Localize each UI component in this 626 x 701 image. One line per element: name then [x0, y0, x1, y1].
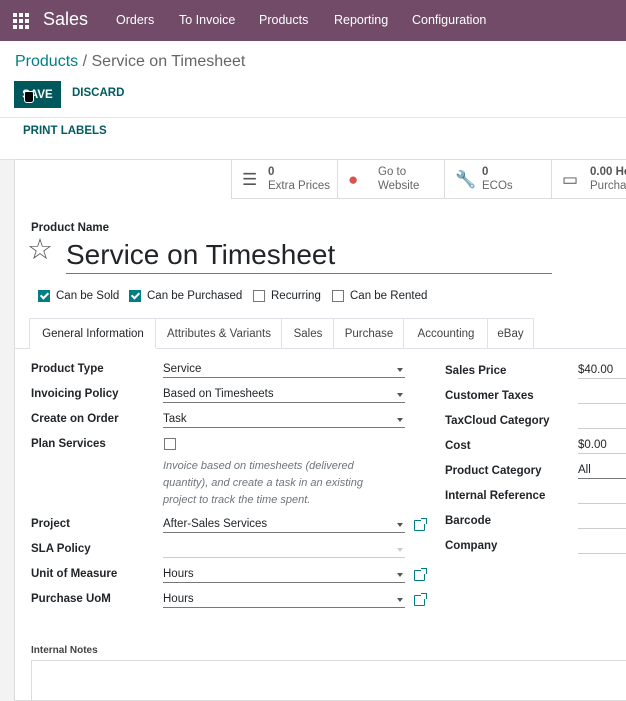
sla-policy-select[interactable] — [163, 543, 405, 558]
barcode-label: Barcode — [445, 515, 492, 527]
plan-services-label: Plan Services — [31, 438, 106, 450]
tab-attributes-variants[interactable]: Attributes & Variants — [155, 318, 283, 348]
checkbox-empty-icon — [332, 290, 344, 302]
extra-prices-label: Extra Prices — [268, 180, 330, 192]
project-select[interactable]: After-Sales Services — [163, 518, 405, 533]
customer-taxes-label: Customer Taxes — [445, 390, 534, 402]
sales-price-label: Sales Price — [445, 365, 507, 377]
breadcrumb-current: Service on Timesheet — [91, 53, 246, 70]
go-to-website-button[interactable]: ● Go to Website — [337, 160, 445, 199]
project-label: Project — [31, 518, 70, 530]
divider — [0, 117, 626, 118]
create-on-order-select[interactable]: Task — [163, 413, 405, 428]
checkbox-checked-icon — [129, 290, 141, 302]
menu-products[interactable]: Products — [259, 13, 308, 27]
external-link-icon[interactable] — [414, 568, 427, 581]
internal-notes-label: Internal Notes — [31, 645, 98, 656]
internal-notes-input[interactable] — [31, 660, 626, 701]
wrench-icon: 🔧 — [455, 170, 477, 189]
ecos-label: ECOs — [482, 180, 513, 192]
apps-menu-icon[interactable] — [13, 13, 30, 29]
internal-reference-input[interactable] — [578, 489, 626, 504]
internal-reference-label: Internal Reference — [445, 490, 546, 502]
breadcrumb-separator: / — [82, 53, 88, 70]
extra-prices-count: 0 — [268, 166, 275, 178]
tab-sales[interactable]: Sales — [281, 318, 335, 348]
control-panel: Products / Service on Timesheet SAVE DIS… — [0, 41, 626, 160]
sla-policy-label: SLA Policy — [31, 543, 91, 555]
purchased-button[interactable]: ▭ 0.00 Ho Purchas — [551, 160, 626, 199]
credit-card-icon: ▭ — [562, 170, 579, 189]
taxcloud-category-label: TaxCloud Category — [445, 415, 550, 427]
ecos-count: 0 — [482, 166, 489, 178]
sales-price-input[interactable]: $40.00 — [578, 364, 626, 379]
globe-icon: ● — [348, 170, 359, 189]
discard-button[interactable]: DISCARD — [72, 87, 124, 99]
invoicing-policy-select[interactable]: Based on Timesheets — [163, 388, 405, 403]
tab-ebay[interactable]: eBay — [487, 318, 534, 348]
tab-purchase[interactable]: Purchase — [333, 318, 405, 348]
tab-general-information[interactable]: General Information — [29, 318, 157, 349]
checkbox-checked-icon — [38, 290, 50, 302]
app-brand[interactable]: Sales — [43, 9, 88, 30]
can-be-rented-checkbox[interactable]: Can be Rented — [332, 290, 427, 302]
product-name-label: Product Name — [31, 222, 109, 234]
purchased-label: Purchas — [590, 180, 626, 192]
favorite-star-icon[interactable]: ☆ — [27, 236, 53, 265]
extra-prices-button[interactable]: ☰ 0 Extra Prices — [231, 160, 338, 199]
purchased-value: 0.00 Ho — [590, 166, 626, 178]
website-line1: Go to — [378, 166, 407, 178]
purchase-uom-label: Purchase UoM — [31, 593, 111, 605]
barcode-input[interactable] — [578, 514, 626, 529]
top-navbar: Sales Orders To Invoice Products Reporti… — [0, 0, 626, 41]
company-select[interactable] — [578, 539, 626, 554]
external-link-icon[interactable] — [414, 518, 427, 531]
can-be-purchased-label: Can be Purchased — [147, 290, 243, 302]
cost-label: Cost — [445, 440, 471, 452]
unit-of-measure-label: Unit of Measure — [31, 568, 118, 580]
list-icon: ☰ — [242, 170, 258, 189]
plan-services-checkbox[interactable] — [164, 438, 176, 450]
menu-reporting[interactable]: Reporting — [334, 13, 388, 27]
menu-orders[interactable]: Orders — [116, 13, 154, 27]
unit-of-measure-select[interactable]: Hours — [163, 568, 405, 583]
customer-taxes-input[interactable] — [578, 389, 626, 404]
can-be-sold-checkbox[interactable]: Can be Sold — [38, 290, 119, 302]
product-category-label: Product Category — [445, 465, 542, 477]
tab-accounting[interactable]: Accounting — [403, 318, 489, 348]
create-on-order-label: Create on Order — [31, 413, 119, 425]
invoicing-help-text: Invoice based on timesheets (delivered q… — [163, 460, 363, 506]
taxcloud-category-input[interactable] — [578, 414, 626, 429]
notebook-tabs: General Information Attributes & Variant… — [15, 318, 626, 349]
form-sheet: ☰ 0 Extra Prices ● Go to Website 🔧 0 ECO… — [14, 159, 626, 701]
hand-cursor-icon — [24, 91, 34, 103]
company-label: Company — [445, 540, 498, 552]
menu-to-invoice[interactable]: To Invoice — [179, 13, 235, 27]
can-be-purchased-checkbox[interactable]: Can be Purchased — [129, 290, 242, 302]
product-type-select[interactable]: Service — [163, 363, 405, 378]
save-button[interactable]: SAVE — [14, 81, 61, 108]
recurring-checkbox[interactable]: Recurring — [253, 290, 321, 302]
breadcrumb: Products / Service on Timesheet — [15, 53, 245, 71]
product-type-label: Product Type — [31, 363, 104, 375]
product-name-input[interactable]: Service on Timesheet — [66, 239, 552, 274]
recurring-label: Recurring — [271, 290, 321, 302]
purchase-uom-select[interactable]: Hours — [163, 593, 405, 608]
cost-input[interactable]: $0.00 — [578, 439, 626, 454]
website-line2: Website — [378, 180, 420, 192]
checkbox-empty-icon — [253, 290, 265, 302]
ecos-button[interactable]: 🔧 0 ECOs — [444, 160, 552, 199]
can-be-rented-label: Can be Rented — [350, 290, 428, 302]
print-labels-button[interactable]: PRINT LABELS — [23, 125, 107, 137]
breadcrumb-products[interactable]: Products — [15, 53, 78, 70]
product-category-select[interactable]: All — [578, 464, 626, 479]
can-be-sold-label: Can be Sold — [56, 290, 120, 302]
menu-configuration[interactable]: Configuration — [412, 13, 486, 27]
invoicing-policy-label: Invoicing Policy — [31, 388, 119, 400]
external-link-icon[interactable] — [414, 593, 427, 606]
